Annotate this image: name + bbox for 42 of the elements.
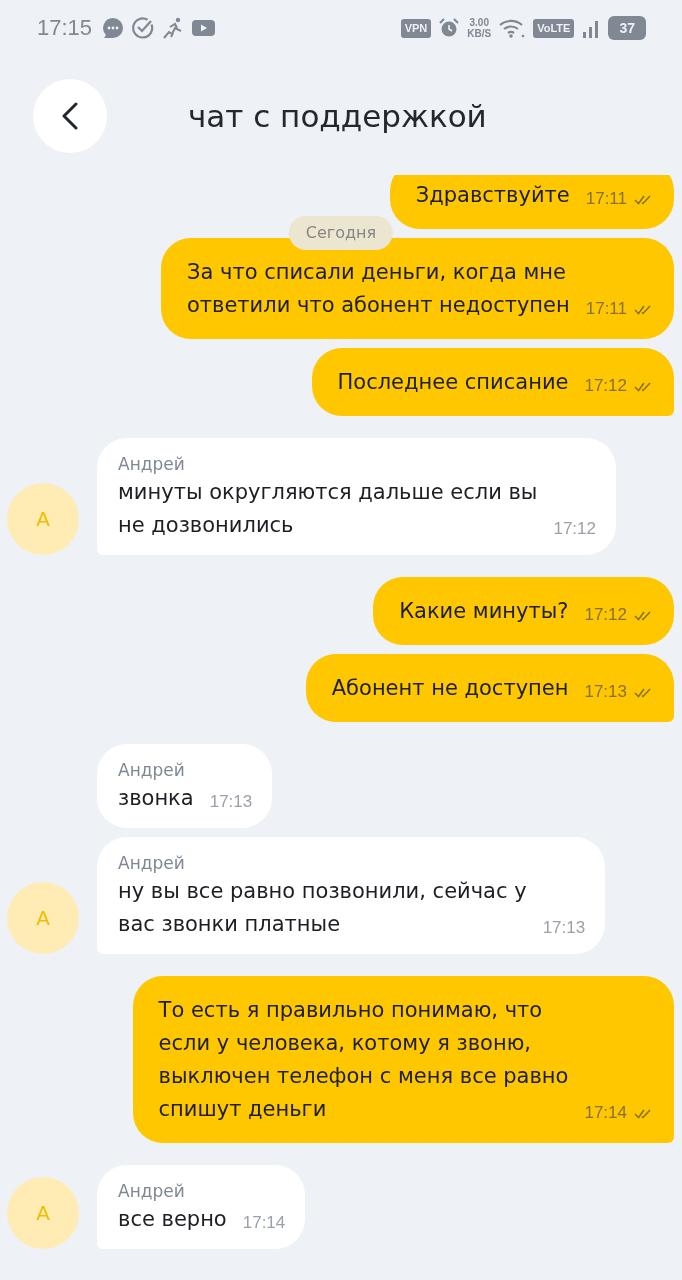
alarm-clock-icon [439, 18, 460, 38]
chat-bubble-icon [102, 17, 125, 39]
sender-name: Андрей [118, 759, 186, 782]
status-time: 17:15 [37, 15, 93, 41]
message-time: 17:12 [584, 376, 627, 396]
message-text: Последнее списание [337, 369, 569, 396]
chat-title: чат с поддержкой [188, 97, 487, 134]
message-text: Здравствуйте [415, 182, 570, 209]
volte-badge: VoLTE [533, 18, 575, 38]
message-time: 17:13 [209, 792, 253, 812]
message-time: 17:14 [584, 1103, 627, 1123]
battery-indicator: 37 [608, 16, 646, 40]
message-time: 17:13 [542, 918, 586, 938]
message-text: звонка [118, 785, 194, 812]
play-button-icon [192, 20, 216, 36]
message-time: 17:14 [242, 1213, 286, 1233]
check-circle-icon [132, 17, 155, 39]
message-text: минуты округляются дальше если вы не дозвонились [118, 479, 538, 539]
message-text: все верно [118, 1206, 227, 1233]
sender-name: Андрей [118, 1180, 186, 1203]
message-time: 17:12 [584, 605, 627, 625]
signal-icon [582, 18, 601, 38]
message-time: 17:11 [585, 299, 627, 319]
network-speed: 3.00 [469, 17, 489, 28]
message-time: 17:12 [553, 519, 596, 539]
vpn-badge: VPN [400, 18, 432, 38]
message-text: Абонент не доступен [331, 675, 569, 702]
avatar: А [7, 882, 79, 954]
avatar: А [7, 1177, 79, 1249]
sender-name: Андрей [118, 453, 186, 476]
wifi-icon [499, 18, 526, 38]
avatar: А [7, 483, 79, 555]
sender-name: Андрей [118, 852, 186, 875]
message-text: ну вы все равно позвонили, сейчас у вас звонки платные [118, 878, 527, 938]
network-speed-unit: KB/S [467, 28, 492, 39]
message-time: 17:13 [584, 682, 627, 702]
message-text: За что списали деньги, когда мне ответили что абонент недоступен [187, 259, 570, 319]
back-chevron-icon [62, 101, 78, 130]
message-text: То есть я правильно понимаю, что если у человека, котому я звоню, выключен телефон с меня все равно спишут деньги [158, 997, 569, 1123]
message-text: Какие минуты? [399, 598, 569, 625]
date-divider: Сегодня [288, 216, 394, 250]
message-time: 17:11 [585, 189, 627, 209]
